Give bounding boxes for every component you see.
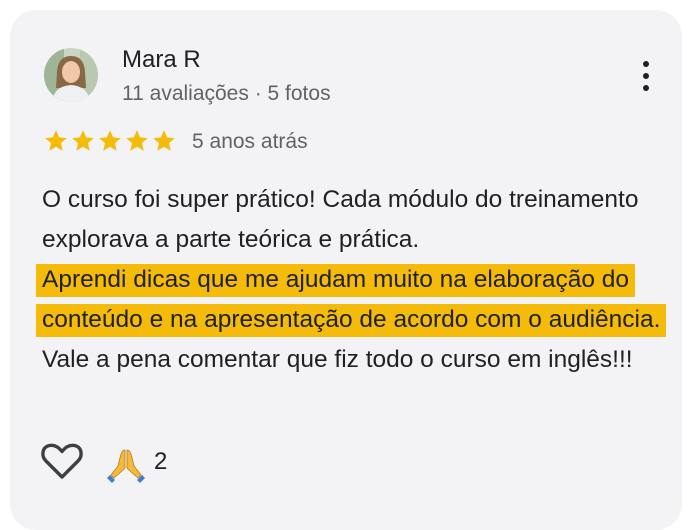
star-icon <box>72 130 94 151</box>
reaction-count: 2 <box>154 448 168 475</box>
star-icon <box>99 130 121 151</box>
review-card: Mara R 11 avaliações · 5 fotos 5 anos at… <box>10 10 682 530</box>
review-text-ending: Vale a pena comentar que fiz todo o curs… <box>42 346 633 373</box>
reviewer-name[interactable]: Mara R <box>122 46 201 74</box>
star-rating <box>43 128 177 154</box>
review-text: O curso foi super prático! Cada módulo d… <box>36 180 682 380</box>
praying-hands-icon[interactable] <box>106 444 146 484</box>
avatar[interactable] <box>44 48 98 102</box>
review-text-intro: O curso foi super prático! Cada módulo d… <box>42 186 639 253</box>
star-icon <box>45 130 67 151</box>
heart-icon[interactable] <box>40 441 84 481</box>
star-icon <box>126 130 148 151</box>
reviewer-stats: 11 avaliações · 5 fotos <box>122 82 331 105</box>
review-text-highlighted: Aprendi dicas que me ajudam muito na ela… <box>36 264 667 337</box>
star-icon <box>153 130 175 151</box>
more-vert-icon[interactable] <box>630 54 662 98</box>
review-time: 5 anos atrás <box>192 130 308 153</box>
